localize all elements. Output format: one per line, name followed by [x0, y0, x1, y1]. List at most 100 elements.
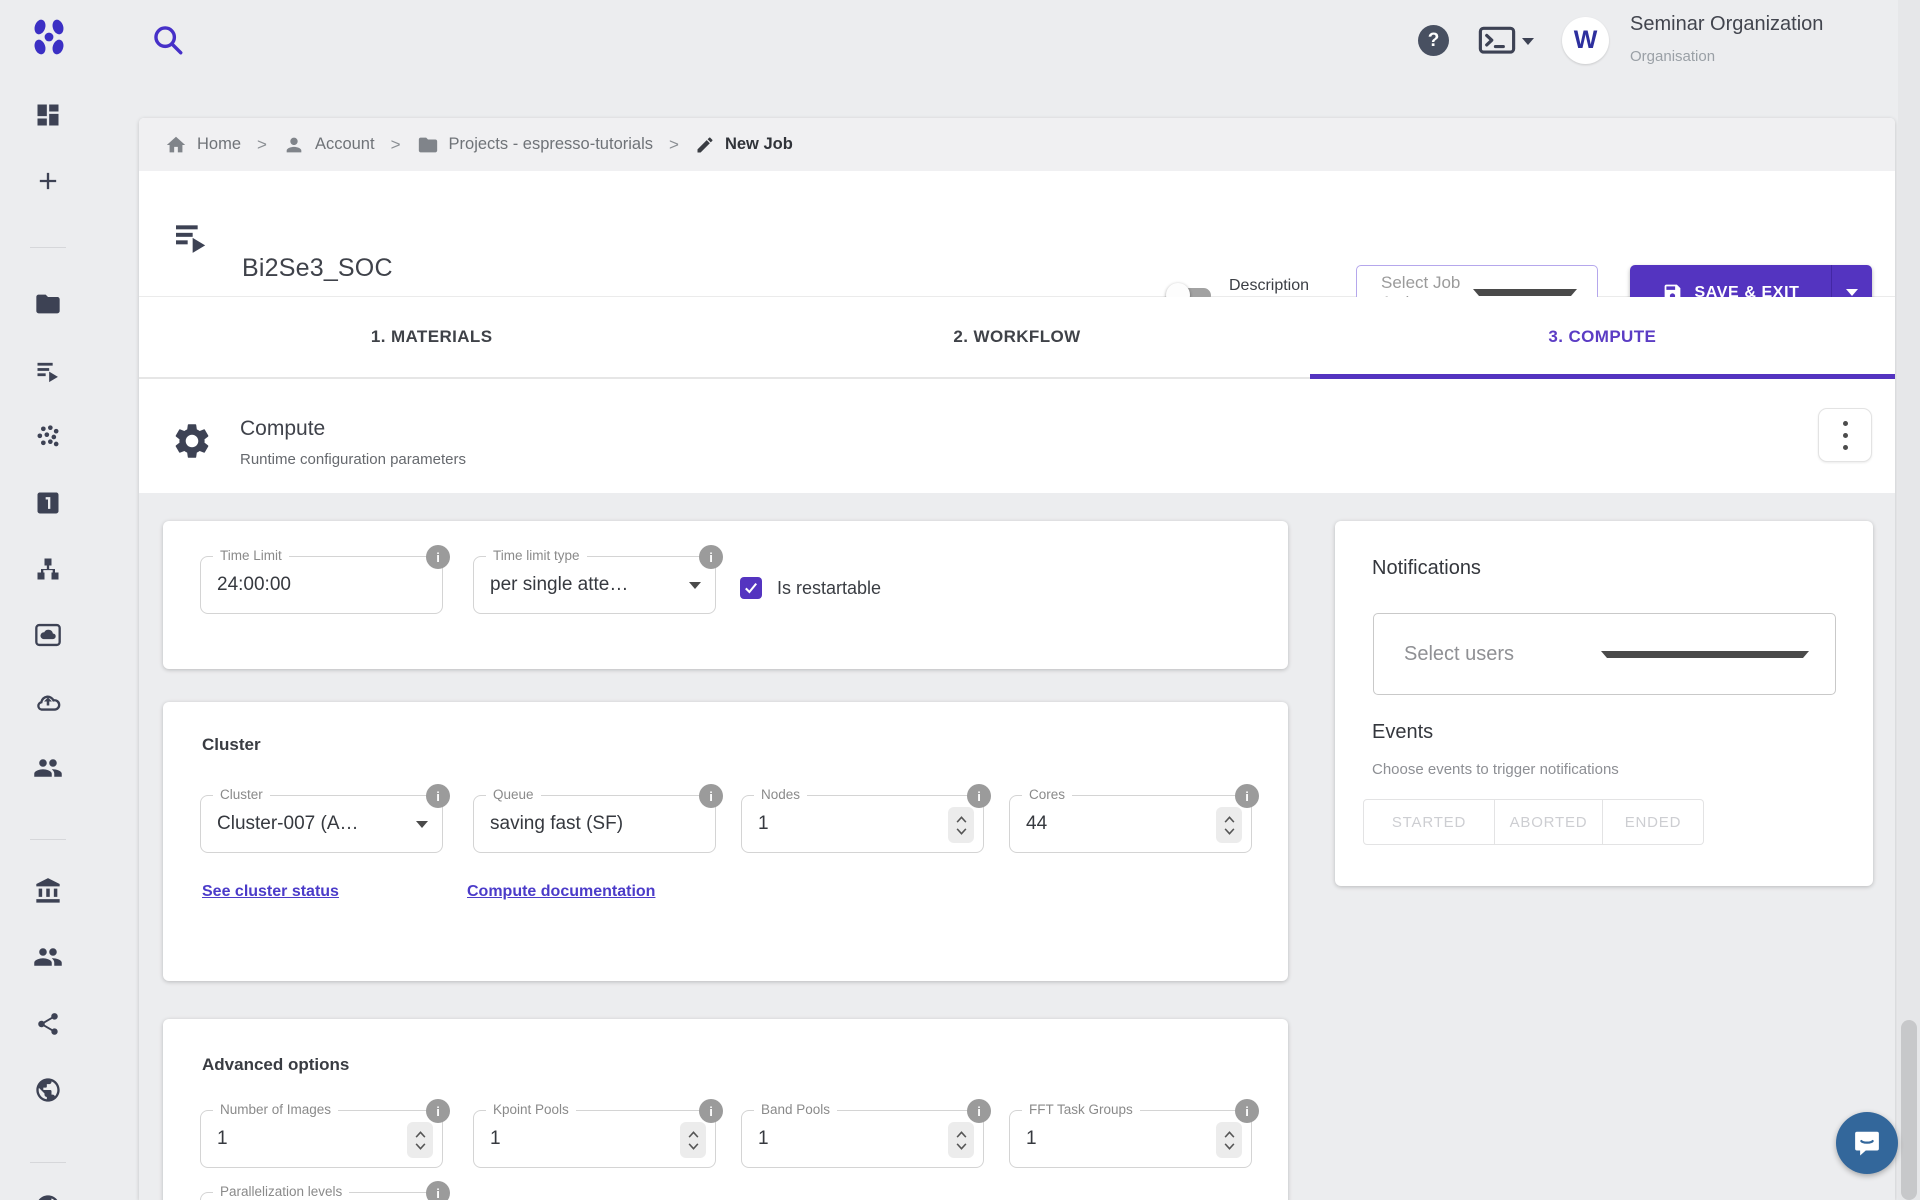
- folder-icon: [417, 134, 439, 156]
- scrollbar-thumb[interactable]: [1901, 1020, 1917, 1200]
- cores-stepper[interactable]: Cores i 44: [1009, 795, 1252, 853]
- stepper-arrows[interactable]: [948, 1122, 974, 1158]
- fft-task-groups-stepper[interactable]: FFT Task Groups i 1: [1009, 1110, 1252, 1168]
- info-icon[interactable]: i: [426, 1099, 450, 1123]
- cluster-select[interactable]: Cluster i Cluster-007 (A…: [200, 795, 443, 853]
- event-started-button[interactable]: STARTED: [1363, 799, 1495, 845]
- sidebar-item-cloud-upload-icon[interactable]: [24, 678, 72, 726]
- select-users-dropdown[interactable]: Select users: [1373, 613, 1836, 695]
- breadcrumb-new-job: New Job: [695, 135, 793, 155]
- sidebar-item-dashboard-icon[interactable]: [24, 91, 72, 139]
- time-limit-card: Time Limit i 24:00:00 Time limit type i …: [163, 521, 1288, 669]
- band-pools-stepper[interactable]: Band Pools i 1: [741, 1110, 984, 1168]
- sidebar-item-share-icon[interactable]: [24, 1000, 72, 1048]
- check-icon: [743, 580, 759, 596]
- sidebar-item-members-icon[interactable]: [24, 933, 72, 981]
- cluster-heading: Cluster: [202, 735, 261, 755]
- breadcrumb-home[interactable]: Home: [165, 134, 241, 156]
- sidebar-item-team-icon[interactable]: [24, 744, 72, 792]
- search-icon[interactable]: [150, 22, 186, 58]
- info-icon[interactable]: i: [967, 784, 991, 808]
- time-limit-type-select[interactable]: Time limit type i per single atte…: [473, 556, 716, 614]
- sidebar-item-projects-folder-icon[interactable]: [24, 280, 72, 328]
- stepper-arrows[interactable]: [407, 1122, 433, 1158]
- is-restartable-checkbox[interactable]: [740, 577, 762, 599]
- compute-documentation-link[interactable]: Compute documentation: [467, 883, 655, 901]
- gear-icon: [171, 420, 213, 467]
- info-icon[interactable]: i: [967, 1099, 991, 1123]
- help-icon[interactable]: ?: [1418, 25, 1449, 56]
- breadcrumb-separator: >: [391, 135, 401, 155]
- number-of-images-stepper[interactable]: Number of Images i 1: [200, 1110, 443, 1168]
- info-icon[interactable]: i: [699, 1099, 723, 1123]
- info-icon[interactable]: i: [699, 784, 723, 808]
- pencil-icon: [695, 135, 715, 155]
- events-title: Events: [1372, 721, 1433, 744]
- stepper-arrows[interactable]: [948, 807, 974, 843]
- queue-field[interactable]: Queue i saving fast (SF): [473, 795, 716, 853]
- save-dropdown-button[interactable]: [1832, 289, 1872, 296]
- sidebar-item-materials-dots-icon[interactable]: [24, 413, 72, 461]
- sidebar-item-media-cloud-icon[interactable]: [24, 611, 72, 659]
- info-icon[interactable]: i: [426, 545, 450, 569]
- job-header: Bi2Se3_SOC project espresso-tutorials De…: [139, 171, 1895, 297]
- info-icon[interactable]: i: [699, 545, 723, 569]
- breadcrumb-account[interactable]: Account: [283, 134, 375, 156]
- kebab-menu-button[interactable]: [1818, 408, 1872, 462]
- info-icon[interactable]: i: [426, 784, 450, 808]
- parallelization-levels-field[interactable]: Parallelization levels i: [200, 1192, 443, 1200]
- sidebar-item-bank-icon[interactable]: [24, 867, 72, 915]
- breadcrumb-projects[interactable]: Projects - espresso-tutorials: [417, 134, 654, 156]
- breadcrumb-separator: >: [257, 135, 267, 155]
- sidebar-item-globe-icon[interactable]: [24, 1066, 72, 1114]
- job-title[interactable]: Bi2Se3_SOC: [242, 254, 393, 283]
- wizard-tabs: 1. MATERIALS 2. WORKFLOW 3. COMPUTE: [139, 297, 1895, 379]
- tab-workflow[interactable]: 2. WORKFLOW: [724, 297, 1309, 377]
- info-icon[interactable]: i: [426, 1181, 450, 1200]
- org-type: Organisation: [1630, 48, 1715, 65]
- terminal-console-icon[interactable]: [1478, 23, 1534, 59]
- advanced-options-heading: Advanced options: [202, 1055, 349, 1075]
- stepper-arrows[interactable]: [680, 1122, 706, 1158]
- section-title: Compute: [240, 417, 325, 441]
- breadcrumb-separator: >: [669, 135, 679, 155]
- event-button-group: STARTED ABORTED ENDED: [1363, 799, 1704, 845]
- kpoint-pools-stepper[interactable]: Kpoint Pools i 1: [473, 1110, 716, 1168]
- sidebar-item-looks-one-icon[interactable]: [24, 479, 72, 527]
- time-limit-field[interactable]: Time Limit i 24:00:00: [200, 556, 443, 614]
- advanced-options-card: Advanced options Number of Images i 1 Kp…: [163, 1019, 1288, 1200]
- compute-form-area: Time Limit i 24:00:00 Time limit type i …: [139, 493, 1895, 1200]
- home-icon: [165, 134, 187, 156]
- is-restartable-label: Is restartable: [777, 578, 881, 599]
- person-icon: [283, 134, 305, 156]
- chevron-down-icon: [1473, 289, 1577, 296]
- see-cluster-status-link[interactable]: See cluster status: [202, 883, 339, 901]
- events-subtitle: Choose events to trigger notifications: [1372, 761, 1619, 778]
- stepper-arrows[interactable]: [1216, 807, 1242, 843]
- chevron-down-icon: [1601, 651, 1810, 658]
- info-icon[interactable]: i: [1235, 784, 1259, 808]
- app-logo-molecule-icon[interactable]: [28, 16, 70, 58]
- sidebar-divider: [30, 839, 66, 840]
- tab-materials[interactable]: 1. MATERIALS: [139, 297, 724, 377]
- stepper-arrows[interactable]: [1216, 1122, 1242, 1158]
- chevron-down-icon: [1522, 38, 1534, 45]
- sidebar-item-create-plus-icon[interactable]: [24, 157, 72, 205]
- compute-section-header: Compute Runtime configuration parameters: [139, 379, 1895, 493]
- cluster-card: Cluster Cluster i Cluster-007 (A… Queue …: [163, 702, 1288, 981]
- sidebar-divider: [30, 247, 66, 248]
- info-icon[interactable]: i: [1235, 1099, 1259, 1123]
- sidebar-item-globe-partial-icon[interactable]: [24, 1183, 72, 1200]
- notifications-title: Notifications: [1372, 557, 1481, 580]
- tab-compute[interactable]: 3. COMPUTE: [1310, 297, 1895, 377]
- sidebar-item-jobs-list-icon[interactable]: [24, 347, 72, 395]
- event-aborted-button[interactable]: ABORTED: [1495, 799, 1603, 845]
- chevron-down-icon: [416, 821, 428, 828]
- chat-widget-button[interactable]: [1836, 1112, 1898, 1174]
- avatar[interactable]: W: [1562, 17, 1609, 64]
- nodes-stepper[interactable]: Nodes i 1: [741, 795, 984, 853]
- main-content-card: Home > Account > Projects - espresso-tut…: [139, 118, 1895, 1200]
- chat-bubble-icon: [1852, 1128, 1882, 1158]
- event-ended-button[interactable]: ENDED: [1603, 799, 1704, 845]
- sidebar-item-workflows-tree-icon[interactable]: [24, 545, 72, 593]
